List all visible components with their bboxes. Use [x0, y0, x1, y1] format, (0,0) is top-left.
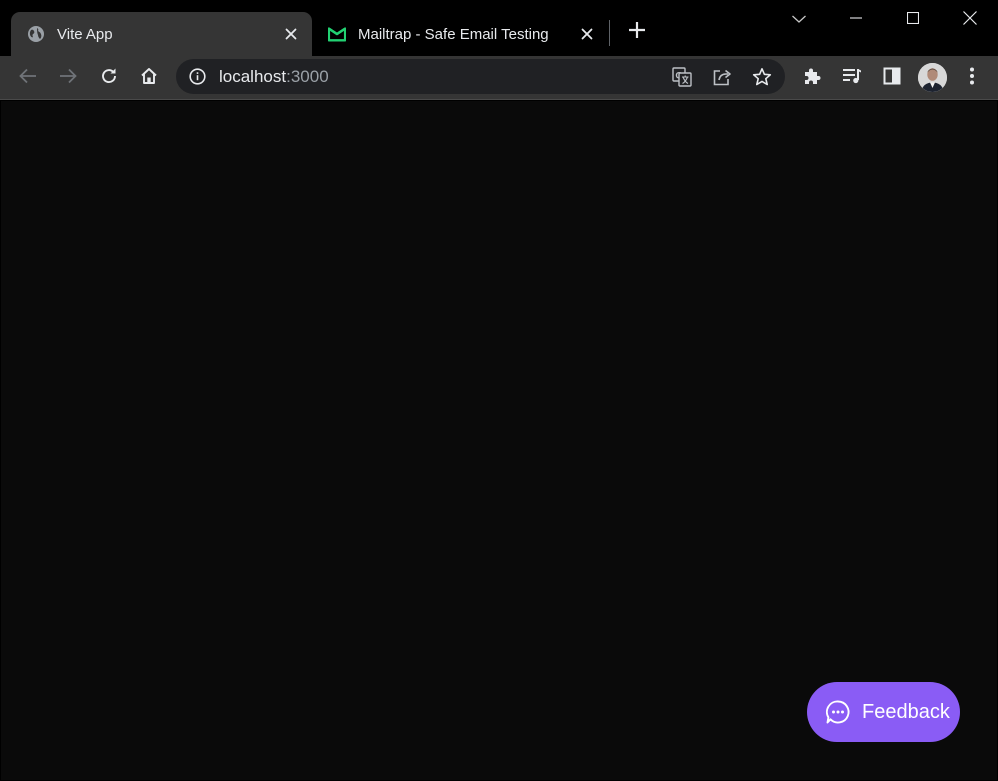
info-icon[interactable]: [188, 67, 207, 86]
puzzle-icon: [802, 66, 822, 91]
home-icon: [140, 67, 158, 90]
reload-icon: [100, 67, 118, 90]
star-icon[interactable]: [748, 63, 776, 91]
home-button[interactable]: [133, 62, 165, 94]
window-controls: [827, 0, 998, 40]
plus-icon: [628, 21, 646, 44]
chevron-down-icon: [791, 11, 807, 29]
minimize-button[interactable]: [827, 0, 884, 40]
window-close-button[interactable]: [941, 0, 998, 40]
url-host: localhost: [219, 67, 287, 86]
url-port: :3000: [286, 67, 329, 86]
tab-search-button[interactable]: [786, 8, 812, 32]
close-icon[interactable]: [576, 23, 598, 45]
tab-title: Vite App: [57, 25, 113, 43]
close-icon[interactable]: [280, 23, 302, 45]
tab-title: Mailtrap - Safe Email Testing: [358, 25, 549, 43]
tab-mailtrap[interactable]: Mailtrap - Safe Email Testing: [312, 12, 608, 56]
minimize-icon: [849, 11, 862, 29]
tab-separator: [609, 20, 610, 46]
url-text[interactable]: localhost:3000: [219, 67, 329, 86]
feedback-label: Feedback: [862, 700, 950, 723]
close-icon: [962, 10, 977, 30]
arrow-right-icon: [59, 68, 77, 89]
mailtrap-logo-icon: [328, 25, 346, 43]
reload-button[interactable]: [93, 62, 125, 94]
page-viewport: [1, 101, 997, 780]
tab-strip: Vite App Mailtrap - Safe Email Testing: [0, 0, 998, 56]
kebab-menu-icon: [969, 67, 975, 90]
profile-avatar[interactable]: [918, 63, 947, 92]
maximize-button[interactable]: [884, 0, 941, 40]
translate-icon[interactable]: G: [668, 63, 696, 91]
maximize-icon: [906, 11, 919, 29]
browser-menu-button[interactable]: [956, 62, 988, 94]
new-tab-button[interactable]: [624, 19, 650, 45]
side-panel-icon: [883, 67, 901, 90]
globe-icon: [27, 25, 45, 43]
share-icon[interactable]: [708, 63, 736, 91]
arrow-left-icon: [19, 68, 37, 89]
browser-window: Vite App Mailtrap - Safe Email Testing l…: [0, 0, 998, 781]
browser-toolbar: localhost:3000 G: [0, 56, 998, 100]
playlist-icon: [842, 67, 862, 90]
feedback-button[interactable]: Feedback: [807, 682, 960, 742]
side-panel-button[interactable]: [876, 62, 908, 94]
extensions-button[interactable]: [796, 62, 828, 94]
chat-bubble-icon: [825, 699, 851, 725]
back-button[interactable]: [12, 62, 44, 94]
address-bar[interactable]: localhost:3000 G: [176, 59, 785, 94]
media-controls-button[interactable]: [836, 62, 868, 94]
tab-vite-app[interactable]: Vite App: [11, 12, 312, 56]
forward-button[interactable]: [52, 62, 84, 94]
